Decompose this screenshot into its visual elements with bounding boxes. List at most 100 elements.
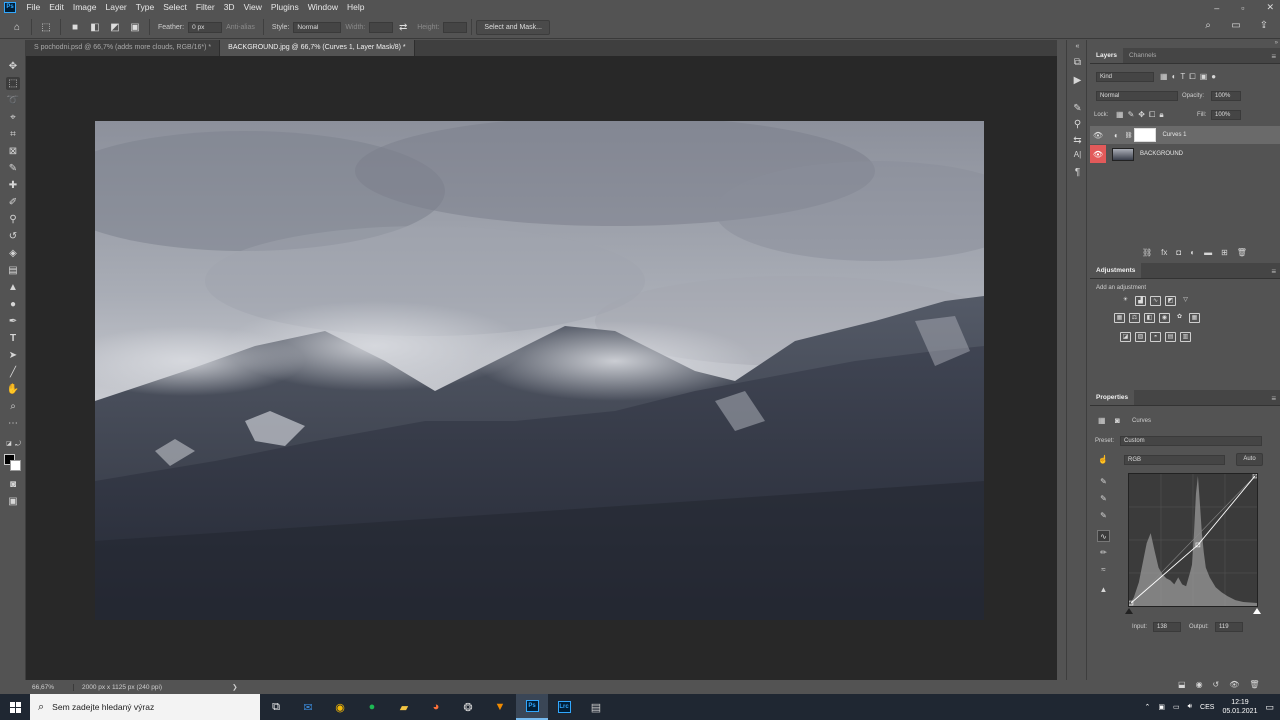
dodge-tool-icon[interactable]: ● (6, 298, 20, 311)
home-icon[interactable]: ⌂ (10, 20, 24, 34)
menu-file[interactable]: File (22, 0, 45, 15)
type-tool-icon[interactable]: T (6, 332, 20, 345)
davinci-app-icon[interactable]: ❂ (452, 694, 484, 720)
preset-select[interactable]: Custom (1120, 436, 1262, 446)
vibrance-icon[interactable]: ▽ (1180, 296, 1191, 306)
start-button[interactable] (0, 694, 30, 720)
zoom-tool-icon[interactable]: ⌕ (6, 400, 20, 413)
swap-dimensions-icon[interactable]: ⇄ (396, 20, 410, 34)
mask-properties-icon[interactable]: ◙ (1115, 416, 1120, 426)
set-gray-point-icon[interactable]: ✎ (1097, 493, 1110, 505)
gradient-tool-icon[interactable]: ▤ (6, 264, 20, 277)
white-slider-handle[interactable] (1253, 608, 1261, 614)
menu-3d[interactable]: 3D (219, 0, 239, 15)
black-white-icon[interactable]: ◧ (1144, 313, 1155, 323)
fill-input[interactable]: 100% (1211, 110, 1241, 120)
menu-layer[interactable]: Layer (101, 0, 131, 15)
lightroom-app-icon[interactable]: Lrc (548, 694, 580, 720)
eyedropper-tool-icon[interactable]: ✎ (6, 162, 20, 175)
reset-icon[interactable]: ↺ (1213, 680, 1220, 689)
lock-artboard-icon[interactable]: ⧠ (1149, 110, 1155, 120)
add-selection-icon[interactable]: ◧ (88, 20, 102, 34)
spotify-app-icon[interactable]: ● (356, 694, 388, 720)
color-balance-icon[interactable]: ⚖ (1129, 313, 1140, 323)
menu-help[interactable]: Help (342, 0, 368, 15)
black-slider-handle[interactable] (1125, 608, 1133, 614)
menu-edit[interactable]: Edit (45, 0, 69, 15)
levels-icon[interactable]: ▟ (1135, 296, 1146, 306)
lock-position-icon[interactable]: ✥ (1138, 110, 1145, 120)
add-mask-icon[interactable]: ◘ (1176, 248, 1181, 257)
properties-panel-menu-icon[interactable]: ≡ (1271, 394, 1276, 403)
curves-icon[interactable]: ∿ (1150, 296, 1161, 306)
new-group-icon[interactable]: ▬ (1204, 248, 1212, 257)
share-icon[interactable]: ⇪ (1257, 18, 1271, 32)
photo-filter-icon[interactable]: ◉ (1159, 313, 1170, 323)
gradient-map-icon[interactable]: ▥ (1180, 332, 1191, 342)
view-previous-icon[interactable]: ◉ (1196, 680, 1203, 689)
network-drive-app-icon[interactable]: ▤ (580, 694, 612, 720)
invert-icon[interactable]: ◪ (1120, 332, 1131, 342)
feather-input[interactable]: 0 px (188, 21, 223, 33)
visibility-eye-icon[interactable]: 👁︎ (1090, 145, 1106, 163)
height-input[interactable] (443, 21, 468, 33)
canvas-area[interactable] (26, 56, 1057, 680)
vlc-app-icon[interactable]: ▼ (484, 694, 516, 720)
new-adjustment-icon[interactable]: ◐ (1190, 248, 1195, 257)
subtract-selection-icon[interactable]: ◩ (108, 20, 122, 34)
history-icon[interactable]: ⧉ (1071, 56, 1084, 69)
exposure-icon[interactable]: ◩ (1165, 296, 1176, 306)
opacity-input[interactable]: 100% (1211, 91, 1241, 101)
character-icon[interactable]: A| (1071, 148, 1084, 161)
width-input[interactable] (369, 21, 394, 33)
tab-background[interactable]: BACKGROUND.jpg @ 66,7% (Curves 1, Layer … (220, 40, 415, 56)
clone-stamp-tool-icon[interactable]: ⚲ (6, 213, 20, 226)
input-value-field[interactable]: 138 (1153, 622, 1181, 632)
output-value-field[interactable]: 119 (1215, 622, 1243, 632)
delete-layer-icon[interactable]: 🗑︎ (1237, 248, 1247, 257)
file-explorer-icon[interactable]: ▰ (388, 694, 420, 720)
set-black-point-icon[interactable]: ✎ (1097, 476, 1110, 488)
channel-mixer-icon[interactable]: ✿ (1174, 313, 1185, 323)
language-indicator[interactable]: CES (1200, 704, 1214, 711)
brushes-icon[interactable]: ⚲ (1071, 118, 1084, 131)
close-button[interactable]: ✕ (1266, 2, 1274, 13)
eraser-tool-icon[interactable]: ◈ (6, 247, 20, 260)
search-icon[interactable]: ⌕ (1201, 18, 1215, 32)
channel-select[interactable]: RGB (1124, 455, 1225, 465)
quick-select-tool-icon[interactable]: ⌖ (6, 111, 20, 124)
task-view-icon[interactable]: ⧉ (260, 694, 292, 720)
document-image[interactable] (95, 121, 984, 620)
quick-mask-icon[interactable]: ◙ (6, 478, 20, 491)
clock[interactable]: 12:19 05.01.2021 (1222, 698, 1257, 716)
layer-kind-filter[interactable]: Kind (1096, 72, 1154, 82)
zoom-level[interactable]: 66,67% (26, 683, 74, 691)
collapse-dock-icon[interactable]: » (1275, 40, 1278, 46)
tray-chevron-icon[interactable]: ⌃ (1144, 703, 1150, 711)
photoshop-logo[interactable]: Ps (4, 2, 16, 13)
hand-tool-icon[interactable]: ✋ (6, 383, 20, 396)
actions-play-icon[interactable]: ▶ (1071, 74, 1084, 87)
smooth-curve-icon[interactable]: ≈ (1097, 564, 1110, 576)
brush-settings-icon[interactable]: ✎ (1071, 102, 1084, 115)
firefox-app-icon[interactable]: ◕ (420, 694, 452, 720)
menu-window[interactable]: Window (303, 0, 342, 15)
marquee-tool-icon[interactable]: ⬚ (6, 77, 20, 90)
lock-transparency-icon[interactable]: ▦ (1116, 110, 1124, 120)
edit-points-curve-icon[interactable]: ∿ (1097, 530, 1110, 542)
smart-object-filter-icon[interactable]: ▣ (1200, 72, 1208, 82)
volume-icon[interactable]: 🔊︎ (1188, 703, 1192, 711)
frame-tool-icon[interactable]: ⊠ (6, 145, 20, 158)
lock-pixels-icon[interactable]: ✎ (1128, 110, 1135, 120)
link-layers-icon[interactable]: ⛓︎ (1142, 248, 1152, 257)
shape-filter-icon[interactable]: ⧠ (1189, 72, 1195, 82)
tray-app-icon[interactable]: ▣ (1158, 703, 1165, 711)
toggle-visibility-icon[interactable]: 👁︎ (1229, 680, 1239, 689)
blend-mode-select[interactable]: Normal (1096, 91, 1178, 101)
posterize-icon[interactable]: ▨ (1135, 332, 1146, 342)
minimize-button[interactable]: – (1214, 3, 1219, 13)
new-layer-icon[interactable]: ⊞ (1221, 248, 1228, 257)
path-selection-tool-icon[interactable]: ➤ (6, 349, 20, 362)
menu-select[interactable]: Select (159, 0, 192, 15)
select-and-mask-button[interactable]: Select and Mask... (476, 19, 551, 35)
